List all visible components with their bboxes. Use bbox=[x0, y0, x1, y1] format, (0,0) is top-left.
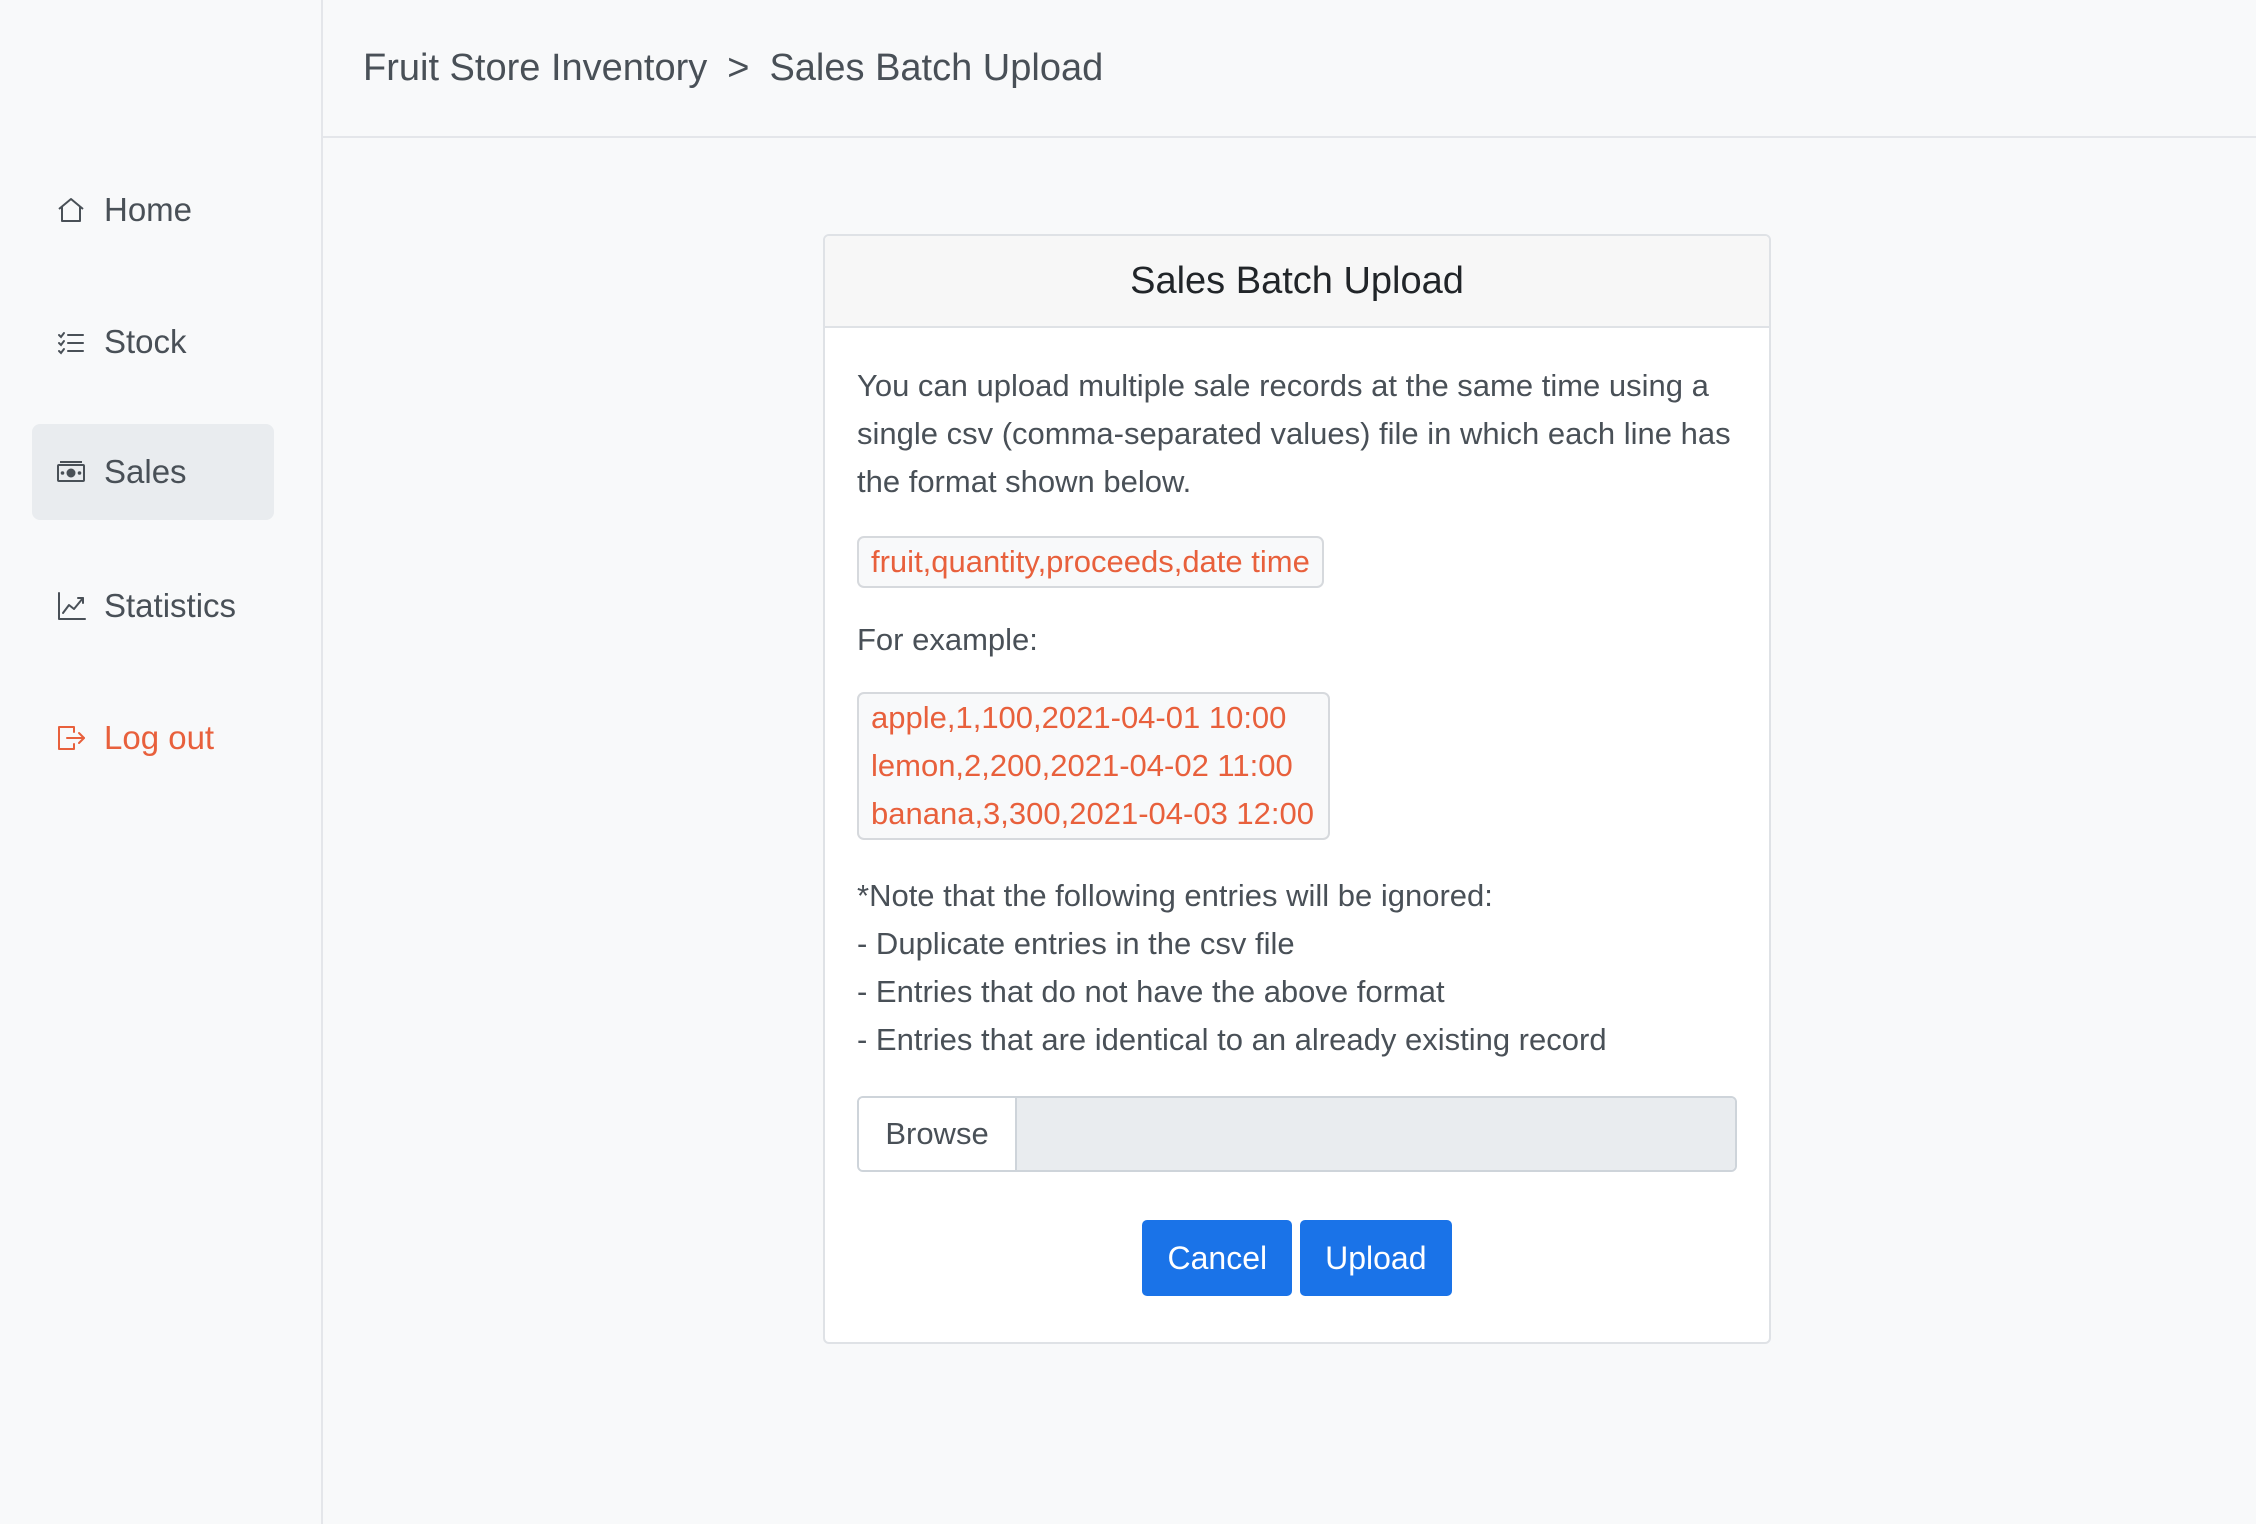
sidebar-item-label: Log out bbox=[104, 719, 215, 756]
cash-icon bbox=[54, 455, 88, 489]
breadcrumb-current: Sales Batch Upload bbox=[769, 46, 1104, 89]
sidebar-item-stock[interactable]: Stock bbox=[32, 294, 274, 390]
sidebar-item-label: Stock bbox=[104, 323, 187, 360]
file-name-field[interactable] bbox=[1017, 1098, 1735, 1170]
chart-icon bbox=[54, 589, 88, 623]
sidebar-item-label: Home bbox=[104, 191, 193, 228]
intro-text: You can upload multiple sale records at … bbox=[857, 368, 1731, 499]
list-icon bbox=[54, 325, 88, 359]
note-line: - Entries that do not have the above for… bbox=[857, 974, 1445, 1009]
example-line: banana,3,300,2021-04-03 12:00 bbox=[871, 796, 1315, 831]
home-icon bbox=[54, 193, 88, 227]
logout-icon bbox=[54, 721, 88, 755]
upload-button[interactable]: Upload bbox=[1300, 1220, 1452, 1296]
note-line: *Note that the following entries will be… bbox=[857, 878, 1493, 913]
notes: *Note that the following entries will be… bbox=[857, 872, 1737, 1064]
sidebar-item-sales[interactable]: Sales bbox=[32, 424, 274, 520]
format-code: fruit,quantity,proceeds,date time bbox=[857, 536, 1324, 588]
example-label: For example: bbox=[857, 622, 1038, 657]
note-line: - Entries that are identical to an alrea… bbox=[857, 1022, 1607, 1057]
sidebar-item-home[interactable]: Home bbox=[32, 162, 274, 258]
breadcrumb: Fruit Store Inventory > Sales Batch Uplo… bbox=[323, 0, 2256, 138]
card-body: You can upload multiple sale records at … bbox=[825, 328, 1769, 1296]
sidebar-item-label: Statistics bbox=[104, 587, 237, 624]
sidebar-item-logout[interactable]: Log out bbox=[32, 690, 274, 786]
breadcrumb-separator: > bbox=[727, 46, 750, 89]
file-input[interactable]: Browse bbox=[857, 1096, 1737, 1172]
breadcrumb-root[interactable]: Fruit Store Inventory bbox=[363, 47, 707, 90]
upload-card: Sales Batch Upload You can upload multip… bbox=[823, 234, 1771, 1344]
browse-button[interactable]: Browse bbox=[859, 1098, 1017, 1170]
sidebar-item-statistics[interactable]: Statistics bbox=[32, 558, 274, 654]
note-line: - Duplicate entries in the csv file bbox=[857, 926, 1295, 961]
card-title: Sales Batch Upload bbox=[825, 236, 1769, 328]
sidebar-item-label: Sales bbox=[104, 453, 187, 490]
example-code: apple,1,100,2021-04-01 10:00 lemon,2,200… bbox=[857, 692, 1331, 840]
card-actions: Cancel Upload bbox=[857, 1220, 1737, 1296]
example-line: lemon,2,200,2021-04-02 11:00 bbox=[871, 748, 1293, 783]
example-line: apple,1,100,2021-04-01 10:00 bbox=[871, 700, 1287, 735]
sidebar: Home Stock Sales Statistics Log out bbox=[0, 0, 323, 1524]
cancel-button[interactable]: Cancel bbox=[1142, 1220, 1293, 1296]
